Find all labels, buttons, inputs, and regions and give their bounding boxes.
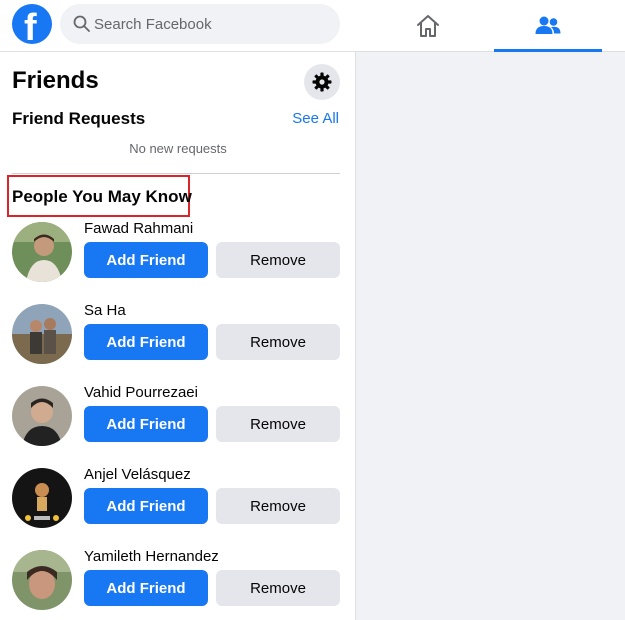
nav-tab-friends[interactable]: [494, 0, 602, 52]
remove-button[interactable]: Remove: [216, 324, 340, 360]
add-friend-button[interactable]: Add Friend: [84, 488, 208, 524]
facebook-logo-letter: f: [24, 7, 37, 44]
person-name[interactable]: Fawad Rahmani: [84, 220, 193, 238]
person-name[interactable]: Sa Ha: [84, 302, 126, 320]
friends-sidebar: Friends Friend Requests See All No new r…: [0, 52, 356, 620]
home-icon: [417, 14, 439, 37]
search-box[interactable]: [60, 4, 340, 44]
add-friend-button[interactable]: Add Friend: [84, 570, 208, 606]
suggestion-item: Yamileth Hernandez Add Friend Remove: [0, 548, 356, 620]
remove-button[interactable]: Remove: [216, 488, 340, 524]
suggestion-item: Sa Ha Add Friend Remove: [0, 302, 356, 384]
avatar[interactable]: [12, 304, 72, 364]
people-you-may-know-heading: People You May Know: [12, 187, 192, 206]
suggestion-item: Fawad Rahmani Add Friend Remove: [0, 220, 356, 302]
add-friend-button[interactable]: Add Friend: [84, 242, 208, 278]
no-requests-message: No new requests: [129, 141, 227, 156]
add-friend-button[interactable]: Add Friend: [84, 324, 208, 360]
person-name[interactable]: Vahid Pourrezaei: [84, 384, 198, 402]
avatar[interactable]: [12, 550, 72, 610]
friends-icon: [535, 16, 561, 34]
avatar[interactable]: [12, 468, 72, 528]
search-icon: [73, 15, 90, 32]
page-title: Friends: [12, 67, 99, 94]
friend-requests-heading: Friend Requests: [12, 109, 146, 128]
add-friend-button[interactable]: Add Friend: [84, 406, 208, 442]
settings-button[interactable]: [304, 64, 340, 100]
person-name[interactable]: Yamileth Hernandez: [84, 548, 219, 566]
main-content-area: [356, 52, 625, 620]
person-name[interactable]: Anjel Velásquez: [84, 466, 191, 484]
suggestion-item: Anjel Velásquez Add Friend Remove: [0, 466, 356, 548]
section-divider: [12, 173, 340, 174]
avatar[interactable]: [12, 386, 72, 446]
remove-button[interactable]: Remove: [216, 242, 340, 278]
remove-button[interactable]: Remove: [216, 570, 340, 606]
see-all-link[interactable]: See All: [292, 109, 339, 129]
facebook-logo[interactable]: f: [12, 4, 52, 44]
search-input[interactable]: [94, 4, 334, 44]
remove-button[interactable]: Remove: [216, 406, 340, 442]
gear-icon: [312, 72, 332, 92]
suggestion-item: Vahid Pourrezaei Add Friend Remove: [0, 384, 356, 466]
avatar[interactable]: [12, 222, 72, 282]
nav-tab-home[interactable]: [398, 0, 458, 51]
top-navigation-bar: f: [0, 0, 625, 52]
